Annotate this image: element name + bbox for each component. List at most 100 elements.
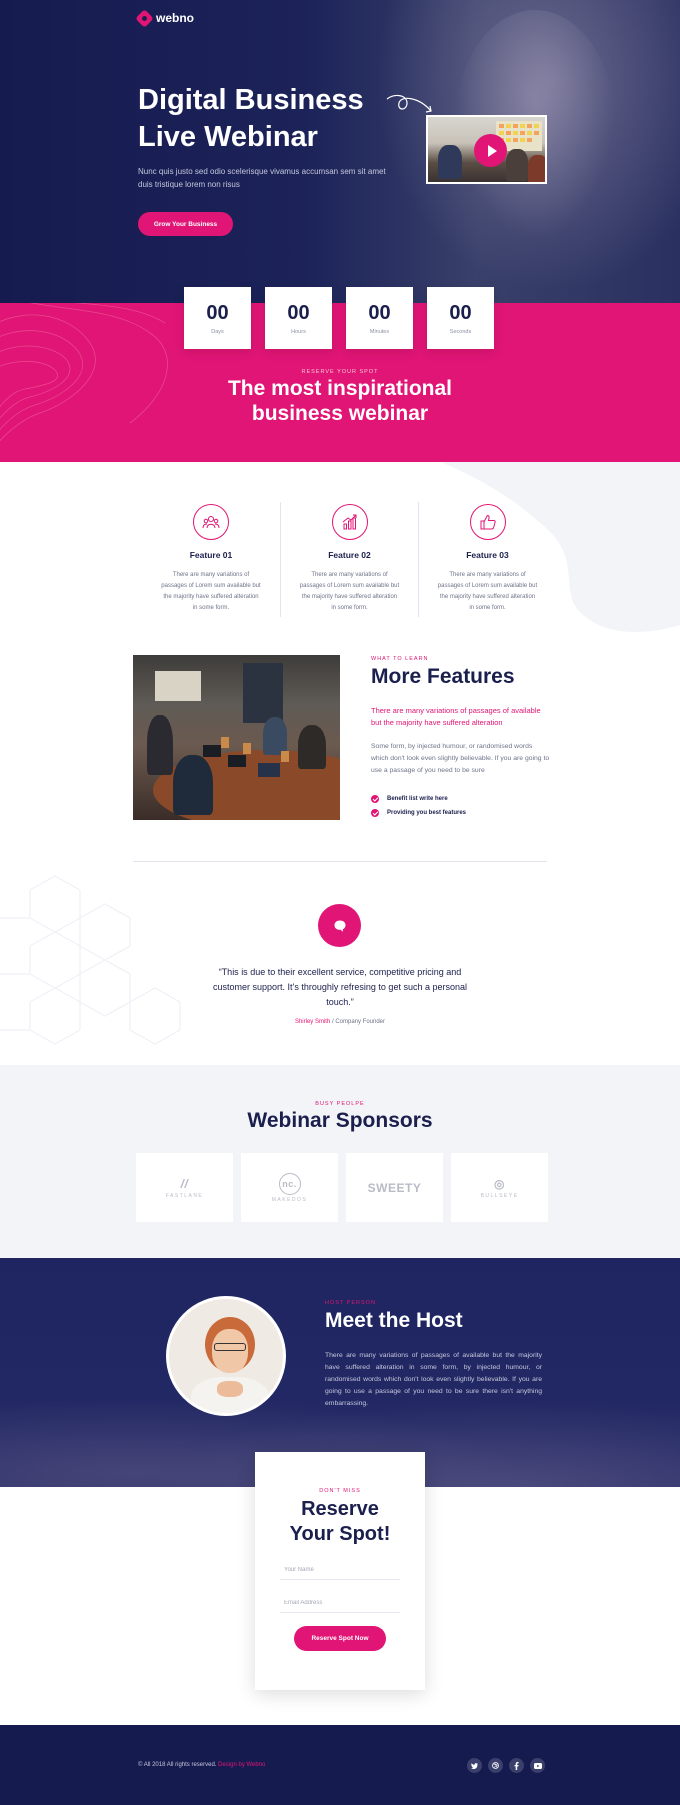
designer-credit-link[interactable]: Design by Webno	[218, 1762, 265, 1768]
meeting-room-photo	[133, 655, 340, 820]
sponsor-logo-makedos[interactable]: nc. MAKEDOS	[241, 1153, 338, 1222]
play-icon	[487, 144, 497, 157]
countdown-label: Days	[211, 328, 224, 335]
people-icon	[193, 504, 229, 540]
attendee	[173, 755, 213, 815]
sponsors-title: Webinar Sponsors	[247, 1109, 433, 1132]
email-input[interactable]	[280, 1593, 400, 1613]
paper-bag	[281, 751, 289, 762]
sponsor-logo-sweety[interactable]: SWEETY	[346, 1153, 443, 1222]
reserve-band-title-line-1: The most inspirational	[227, 377, 453, 400]
meeting-person	[506, 149, 528, 181]
sponsors-label: BUSY PEOLPE	[315, 1101, 365, 1107]
countdown-days: 00 Days	[184, 287, 251, 349]
sponsor-name: MAKEDOS	[271, 1196, 308, 1203]
countdown-timer: 00 Days 00 Hours 00 Minutes 00 Seconds	[184, 287, 494, 349]
countdown-minutes: 00 Minutes	[346, 287, 413, 349]
more-features-body: Some form, by injected humour, or random…	[371, 743, 550, 774]
chat-bubble-icon	[318, 904, 361, 947]
section-divider	[133, 861, 547, 862]
reserve-band-label: RESERVE YOUR SPOT	[301, 369, 379, 375]
sponsor-logo-bullseye[interactable]: ◎ BULLSEYE	[451, 1153, 548, 1222]
hero-subtitle: Nunc quis justo sed odio scelerisque viv…	[138, 167, 386, 189]
countdown-value: 00	[368, 301, 391, 324]
check-icon	[371, 795, 379, 803]
benefit-item: Providing you best features	[371, 806, 466, 820]
laptop	[228, 755, 246, 767]
feature-text: There are many variations of passages of…	[161, 572, 261, 611]
host-face	[212, 1329, 248, 1373]
countdown-label: Seconds	[449, 328, 472, 335]
logo-icon	[135, 8, 154, 28]
reserve-form-card: DON'T MISS Reserve Your Spot! Reserve Sp…	[255, 1452, 425, 1690]
chart-icon	[331, 504, 368, 540]
sponsors-section: BUSY PEOLPE Webinar Sponsors // FASTLANE…	[0, 1065, 680, 1258]
grow-business-button[interactable]: Grow Your Business	[138, 212, 233, 236]
play-button[interactable]	[474, 134, 507, 167]
countdown-value: 00	[206, 301, 229, 324]
sponsor-name: BULLSEYE	[480, 1192, 519, 1199]
features-section: Feature 01 There are many variations of …	[0, 462, 680, 662]
bookshelf	[243, 663, 283, 723]
copyright-text: © All 2018 All rights reserved. Design b…	[138, 1762, 265, 1768]
hero-title-line-1: Digital Business	[138, 84, 364, 116]
host-label: HOST PERSON	[325, 1300, 376, 1306]
projector-screen	[155, 671, 201, 701]
feature-card: Feature 01 There are many variations of …	[142, 502, 280, 617]
logo-text: webno	[156, 11, 194, 25]
host-hands	[217, 1381, 243, 1397]
sponsors-row: // FASTLANE nc. MAKEDOS SWEETY ◎ BULLSEY…	[136, 1153, 548, 1222]
social-links	[467, 1758, 545, 1773]
host-description: There are many variations of passages of…	[325, 1352, 542, 1407]
feature-title: Feature 01	[189, 550, 233, 560]
dribbble-icon[interactable]	[488, 1758, 503, 1773]
features-row: Feature 01 There are many variations of …	[142, 502, 556, 617]
more-features-lead: There are many variations of passages of…	[371, 706, 541, 727]
benefit-text: Benefit list write here	[387, 796, 448, 802]
logo[interactable]: webno	[135, 8, 194, 28]
countdown-value: 00	[449, 301, 472, 324]
twitter-icon[interactable]	[467, 1758, 482, 1773]
hero-section: webno Digital Business Live Webinar Nunc…	[0, 0, 680, 303]
reserve-form-title-line-2: Your Spot!	[289, 1523, 391, 1545]
paper-bag	[221, 737, 229, 748]
footer: © All 2018 All rights reserved. Design b…	[0, 1725, 680, 1805]
benefit-item: Benefit list write here	[371, 792, 466, 806]
feature-title: Feature 03	[466, 550, 509, 560]
feature-card: Feature 02 There are many variations of …	[280, 502, 418, 617]
sponsor-name: FASTLANE	[165, 1192, 204, 1199]
sponsor-mark: //	[180, 1176, 189, 1191]
target-icon: ◎	[494, 1176, 505, 1191]
youtube-icon[interactable]	[530, 1758, 545, 1773]
countdown-hours: 00 Hours	[265, 287, 332, 349]
feature-card: Feature 03 There are many variations of …	[418, 502, 556, 617]
check-icon	[371, 809, 379, 817]
attendee	[147, 715, 173, 775]
sponsor-mark: nc.	[278, 1172, 301, 1195]
countdown-value: 00	[287, 301, 310, 324]
reserve-spot-button[interactable]: Reserve Spot Now	[294, 1626, 386, 1651]
laptop	[258, 763, 280, 777]
sponsor-logo-fastlane[interactable]: // FASTLANE	[136, 1153, 233, 1222]
name-input[interactable]	[280, 1560, 400, 1580]
reserve-form-title: Reserve Your Spot!	[255, 1497, 425, 1547]
feature-title: Feature 02	[328, 550, 371, 560]
countdown-seconds: 00 Seconds	[427, 287, 494, 349]
countdown-label: Hours	[291, 328, 306, 335]
paper-bag	[243, 743, 251, 754]
more-features-label: WHAT TO LEARN	[371, 656, 429, 662]
author-role: / Company Founder	[330, 1019, 386, 1025]
reserve-band-title-line-2: business webinar	[251, 402, 429, 425]
author-name: Shirley Smith	[294, 1019, 331, 1025]
benefit-text: Providing you best features	[387, 810, 467, 816]
facebook-icon[interactable]	[509, 1758, 524, 1773]
attendee	[263, 717, 287, 755]
attendee	[298, 725, 326, 769]
meeting-person	[438, 145, 462, 179]
testimonial-quote: “This is due to their excellent service,…	[213, 967, 467, 1007]
host-glasses	[214, 1343, 246, 1351]
hexagon-pattern-decoration	[0, 875, 181, 1045]
sponsor-name: SWEETY	[367, 1180, 422, 1195]
video-thumbnail[interactable]	[426, 115, 547, 184]
hero-title-line-2: Live Webinar	[138, 121, 318, 153]
